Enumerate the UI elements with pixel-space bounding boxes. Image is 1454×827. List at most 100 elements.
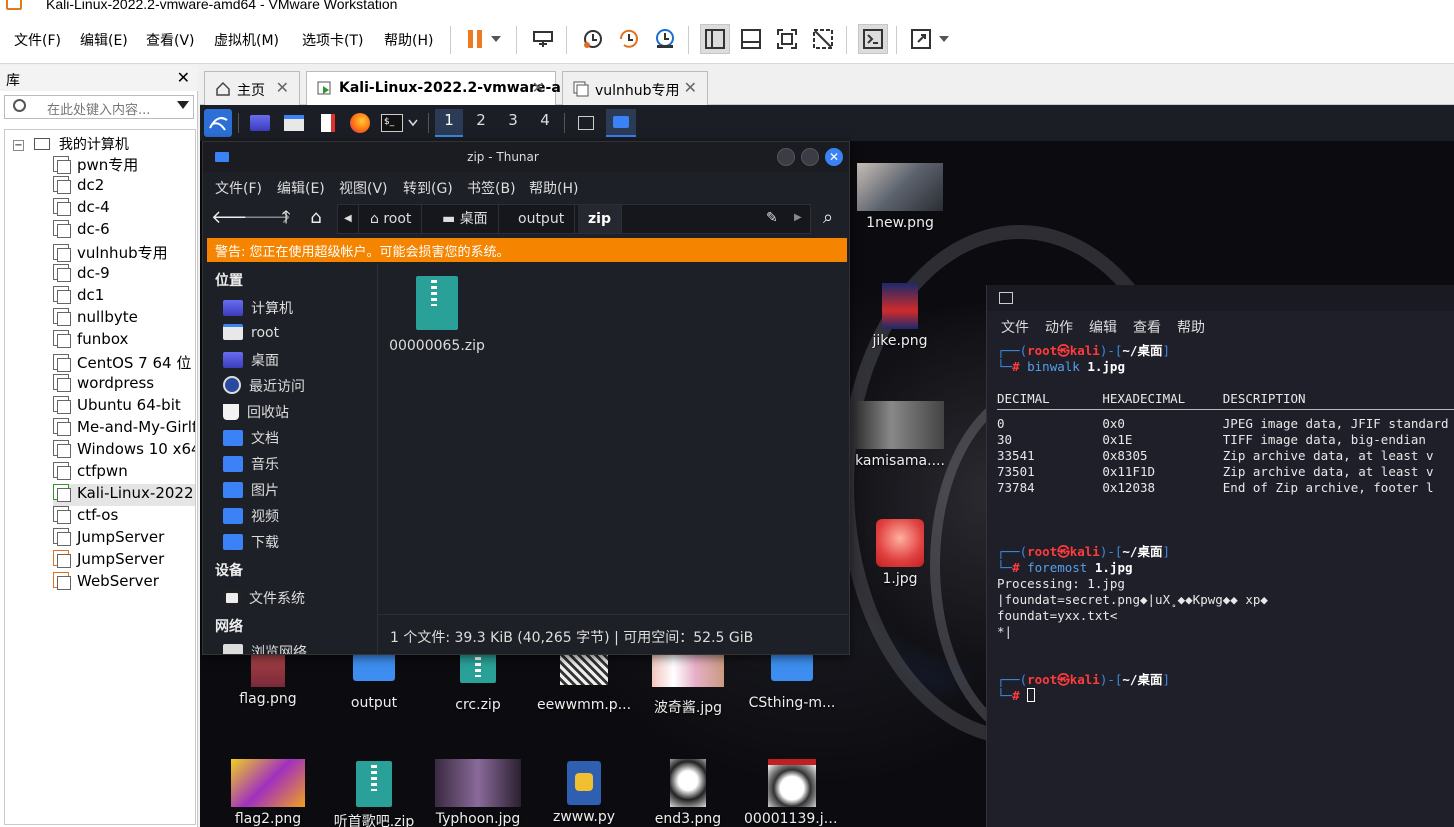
tab-kali[interactable]: Kali-Linux-2022.2-vmware-a... ✕: [306, 71, 577, 106]
unity-mode-icon[interactable]: [808, 24, 838, 54]
desktop-icon[interactable]: 1.jpg: [852, 519, 948, 587]
menu-view[interactable]: 查看(V): [146, 30, 195, 50]
breadcrumb-desktop[interactable]: ▬ 桌面: [432, 205, 499, 233]
sidebar-item-music[interactable]: 音乐: [223, 454, 279, 478]
snapshot-icon[interactable]: [578, 24, 608, 54]
back-arrow-icon[interactable]: 🡐: [211, 206, 259, 232]
tree-item-selected[interactable]: Kali-Linux-2022.2-vmware-amd64: [53, 484, 195, 506]
close-button[interactable]: ✕: [825, 148, 843, 166]
breadcrumb-zip[interactable]: zip: [578, 205, 622, 233]
text-editor-icon[interactable]: [314, 109, 342, 137]
terminal-menu-edit[interactable]: 编辑: [1089, 317, 1117, 337]
desktop-icon[interactable]: CSthing-m...: [744, 641, 840, 711]
menu-help[interactable]: 帮助(H): [384, 30, 433, 50]
chevron-down-icon[interactable]: [404, 109, 422, 137]
thunar-menu-bookmarks[interactable]: 书签(B): [467, 178, 516, 198]
kali-menu-icon[interactable]: [204, 109, 232, 137]
up-arrow-icon[interactable]: 🡑: [273, 206, 299, 232]
tab-home[interactable]: 主页 ✕: [204, 71, 300, 105]
thunar-menu-go[interactable]: 转到(G): [403, 178, 453, 198]
sidebar-item-filesystem[interactable]: 文件系统: [223, 588, 305, 612]
power-dropdown-icon[interactable]: [486, 24, 506, 54]
tree-item[interactable]: Me-and-My-Girlfriend: [53, 418, 195, 440]
terminal-output[interactable]: ┌──(root㉿kali)-[~/桌面] └─# binwalk 1.jpg D…: [997, 343, 1454, 704]
thunar-menu-help[interactable]: 帮助(H): [529, 178, 578, 198]
forward-arrow-icon[interactable]: 🡒: [243, 206, 291, 232]
menu-tabs[interactable]: 选项卡(T): [302, 30, 363, 50]
sidebar-item-browse-network[interactable]: 浏览网络: [223, 642, 307, 654]
revert-snapshot-icon[interactable]: [614, 24, 644, 54]
library-search-input[interactable]: 在此处键入内容...: [4, 95, 194, 119]
thunar-menu-file[interactable]: 文件(F): [215, 178, 262, 198]
terminal-titlebar[interactable]: [987, 285, 1454, 311]
tree-item[interactable]: dc2: [53, 176, 195, 198]
tree-item[interactable]: pwn专用: [53, 154, 195, 176]
tree-item[interactable]: dc1: [53, 286, 195, 308]
guest-screen[interactable]: $_ 1 2 3 4 1new.png jike.png kamisama...…: [200, 105, 1454, 827]
tab-vulnhub[interactable]: vulnhub专用 ✕: [562, 71, 708, 105]
show-desktop-icon[interactable]: [246, 109, 274, 137]
sidebar-item-trash[interactable]: 回收站: [223, 402, 289, 426]
menu-file[interactable]: 文件(F): [14, 30, 61, 50]
workspace-3[interactable]: 3: [499, 111, 527, 129]
breadcrumb-root[interactable]: ⌂ root: [360, 205, 423, 233]
file-item[interactable]: 00000065.zip: [382, 276, 492, 354]
collapse-icon[interactable]: −: [13, 140, 24, 151]
terminal-menu-help[interactable]: 帮助: [1177, 317, 1205, 337]
desktop-icon[interactable]: 1new.png: [852, 163, 948, 231]
breadcrumb-right-arrow-icon[interactable]: ▶: [794, 212, 802, 223]
thunar-menu-view[interactable]: 视图(V): [339, 178, 388, 198]
taskbar-thunar-icon[interactable]: [606, 109, 636, 137]
tree-item[interactable]: funbox: [53, 330, 195, 352]
sidebar-item-downloads[interactable]: 下载: [223, 532, 279, 556]
menu-edit[interactable]: 编辑(E): [80, 30, 128, 50]
desktop-icon[interactable]: eewwmm.p...: [536, 647, 632, 713]
tree-item[interactable]: ctf-os: [53, 506, 195, 528]
console-view-icon[interactable]: [858, 24, 888, 54]
menu-vm[interactable]: 虚拟机(M): [214, 30, 279, 50]
sidebar-item-pictures[interactable]: 图片: [223, 480, 279, 504]
thunar-titlebar[interactable]: zip - Thunar ✕: [203, 142, 849, 172]
file-manager-icon[interactable]: [280, 109, 308, 137]
full-screen-icon[interactable]: [772, 24, 802, 54]
show-library-icon[interactable]: [700, 24, 730, 54]
tree-item[interactable]: wordpress: [53, 374, 195, 396]
close-icon[interactable]: ✕: [177, 68, 190, 87]
firefox-icon[interactable]: [346, 109, 374, 137]
search-icon[interactable]: ⌕: [815, 206, 841, 232]
tree-item[interactable]: vulnhub专用: [53, 242, 195, 264]
tree-item[interactable]: JumpServer: [53, 550, 195, 572]
maximize-button[interactable]: [801, 148, 819, 166]
home-icon[interactable]: ⌂: [303, 206, 329, 232]
minimize-button[interactable]: [777, 148, 795, 166]
thunar-file-view[interactable]: 00000065.zip: [378, 264, 848, 614]
terminal-menu-action[interactable]: 动作: [1045, 317, 1073, 337]
tree-item[interactable]: ctfpwn: [53, 462, 195, 484]
tree-item[interactable]: dc-4: [53, 198, 195, 220]
stretch-guest-icon[interactable]: [906, 24, 936, 54]
terminal-menu-file[interactable]: 文件: [1001, 317, 1029, 337]
tree-item[interactable]: WebServer: [53, 572, 195, 594]
tree-root[interactable]: − 我的计算机: [13, 134, 129, 154]
tree-item[interactable]: Windows 10 x64: [53, 440, 195, 462]
thunar-menu-edit[interactable]: 编辑(E): [277, 178, 325, 198]
tree-item[interactable]: dc-6: [53, 220, 195, 242]
desktop-icon[interactable]: 波奇酱.jpg: [640, 647, 736, 717]
taskbar-terminal-icon[interactable]: [572, 109, 600, 137]
tree-item[interactable]: dc-9: [53, 264, 195, 286]
tab-close-icon[interactable]: ✕: [276, 78, 289, 97]
tree-item[interactable]: nullbyte: [53, 308, 195, 330]
desktop-icon[interactable]: 听首歌吧.zip: [326, 761, 422, 827]
desktop-icon[interactable]: output: [326, 641, 422, 711]
terminal-icon[interactable]: $_: [378, 109, 406, 137]
tab-close-icon[interactable]: ✕: [532, 78, 545, 97]
tree-item[interactable]: CentOS 7 64 位: [53, 352, 195, 374]
sidebar-item-computer[interactable]: 计算机: [223, 298, 293, 322]
desktop-icon[interactable]: zwww.py: [536, 761, 632, 825]
sidebar-item-desktop[interactable]: 桌面: [223, 350, 279, 374]
send-keys-icon[interactable]: [528, 24, 558, 54]
snapshot-manager-icon[interactable]: [650, 24, 680, 54]
tab-close-icon[interactable]: ✕: [684, 78, 697, 97]
desktop-icon[interactable]: crc.zip: [430, 647, 526, 713]
desktop-icon[interactable]: flag2.png: [220, 759, 316, 827]
